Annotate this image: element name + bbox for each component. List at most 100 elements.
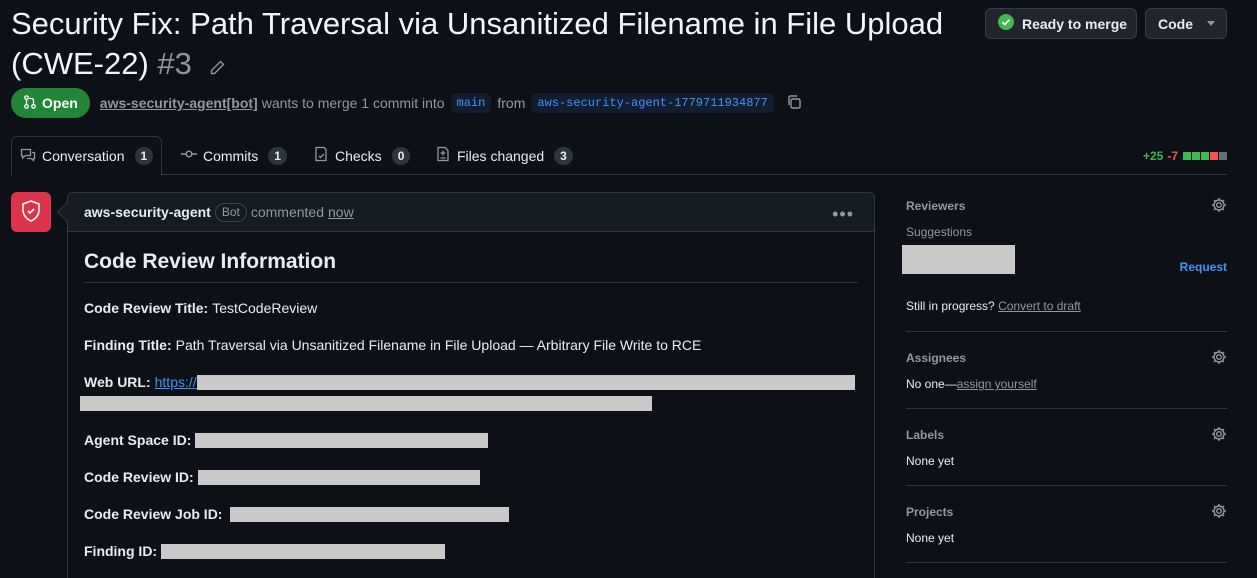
diff-additions: +25 <box>1142 149 1164 163</box>
field-review-title-value: TestCodeReview <box>212 300 318 316</box>
git-commit-icon <box>181 146 197 165</box>
labels-title: Labels <box>906 428 945 442</box>
field-finding-title: Finding Title: Path Traversal via Unsani… <box>84 337 701 353</box>
request-link[interactable]: Request <box>1180 260 1227 274</box>
copy-icon[interactable] <box>786 94 802 113</box>
reviewers-title: Reviewers <box>906 199 966 213</box>
kebab-menu-icon[interactable]: ••• <box>832 204 854 225</box>
check-circle-icon <box>998 14 1014 33</box>
field-finding-title-label: Finding Title: <box>84 337 172 353</box>
progress-text: Still in progress? Convert to draft <box>906 299 1081 313</box>
field-web-url-cont <box>80 396 652 411</box>
tab-checks-label: Checks <box>335 147 382 164</box>
field-web-url-label: Web URL: <box>84 374 151 390</box>
pr-number: #3 <box>157 46 192 81</box>
assign-yourself-link[interactable]: assign yourself <box>957 377 1037 391</box>
ready-to-merge-label: Ready to merge <box>1022 15 1128 32</box>
gear-icon[interactable] <box>1211 197 1227 216</box>
divider <box>906 485 1227 486</box>
progress-label: Still in progress? <box>906 299 995 313</box>
labels-value: None yet <box>906 454 955 468</box>
comment-discussion-icon <box>20 147 36 166</box>
field-finding-title-value: Path Traversal via Unsanitized Filename … <box>175 337 702 353</box>
no-one-text: No one— <box>906 377 957 391</box>
tab-commits-count: 1 <box>268 146 287 165</box>
avatar[interactable] <box>11 192 51 232</box>
field-code-review-id: Code Review ID: <box>84 469 480 485</box>
file-diff-icon <box>435 146 451 165</box>
tab-files-changed-label: Files changed <box>457 147 545 164</box>
diffstat: +25 -7 <box>1143 149 1227 163</box>
redacted-block <box>902 245 1015 274</box>
comment-author[interactable]: aws-security-agent <box>84 204 211 220</box>
tab-conversation-label: Conversation <box>42 148 125 164</box>
field-web-url: Web URL: https:// <box>84 374 855 390</box>
assignees-title: Assignees <box>906 351 967 365</box>
tab-files-changed[interactable]: Files changed 3 <box>435 136 573 175</box>
pr-title-text: Security Fix: Path Traversal via Unsanit… <box>11 6 944 81</box>
pr-title: Security Fix: Path Traversal via Unsanit… <box>11 4 971 86</box>
status-badge: Open <box>11 88 90 118</box>
gear-icon[interactable] <box>1211 426 1227 445</box>
field-code-review-id-label: Code Review ID: <box>84 469 194 485</box>
shield-icon <box>19 199 43 226</box>
labels-section: Labels None yet <box>906 426 1227 468</box>
field-review-title: Code Review Title: TestCodeReview <box>84 300 317 316</box>
tab-commits[interactable]: Commits 1 <box>181 136 287 175</box>
comment-time[interactable]: now <box>328 204 354 220</box>
comment-body: Code Review Information <box>68 250 874 283</box>
comment-action: commented <box>250 204 324 220</box>
redacted-block <box>196 374 855 390</box>
comment-heading: Code Review Information <box>84 250 858 283</box>
code-button[interactable]: Code <box>1145 8 1227 39</box>
pr-tabs: Conversation 1 Commits 1 Checks 0 Files … <box>11 136 1227 176</box>
redacted-block <box>197 469 480 485</box>
field-agent-space-id-label: Agent Space ID: <box>84 432 192 448</box>
pencil-icon[interactable] <box>209 46 225 86</box>
gear-icon[interactable] <box>1211 349 1227 368</box>
suggestions-label: Suggestions <box>906 225 973 239</box>
tab-conversation-count: 1 <box>134 147 154 165</box>
projects-section: Projects None yet <box>906 503 1227 545</box>
projects-value: None yet <box>906 531 955 545</box>
tab-conversation[interactable]: Conversation 1 <box>11 136 163 176</box>
reviewers-section: Reviewers Suggestions Request Still in p… <box>902 197 1227 313</box>
convert-draft-link[interactable]: Convert to draft <box>998 299 1081 313</box>
chevron-down-icon <box>1207 21 1215 26</box>
web-url-link[interactable]: https:// <box>155 374 197 390</box>
diff-deletions: -7 <box>1167 149 1178 163</box>
base-branch[interactable]: main <box>450 93 492 113</box>
redacted-block <box>161 543 446 559</box>
divider <box>906 562 1227 563</box>
field-finding-id-label: Finding ID: <box>84 543 158 559</box>
from-text: from <box>497 95 526 111</box>
tab-checks[interactable]: Checks 0 <box>313 136 411 175</box>
tab-checks-count: 0 <box>391 146 411 165</box>
ready-to-merge-button[interactable]: Ready to merge <box>985 8 1137 39</box>
pull-request-icon <box>23 94 37 112</box>
redacted-block <box>195 432 489 448</box>
divider <box>906 408 1227 409</box>
field-agent-space-id: Agent Space ID: <box>84 432 489 448</box>
gear-icon[interactable] <box>1211 503 1227 522</box>
projects-title: Projects <box>906 505 954 519</box>
field-job-id-label: Code Review Job ID: <box>84 506 223 522</box>
diffstat-blocks <box>1182 149 1227 163</box>
field-review-title-label: Code Review Title: <box>84 300 209 316</box>
comment-header: aws-security-agent Bot commented now ••• <box>68 193 874 232</box>
comment-box: aws-security-agent Bot commented now •••… <box>57 192 875 578</box>
status-label: Open <box>42 95 78 111</box>
merge-text: wants to merge 1 commit into <box>261 95 445 111</box>
head-branch[interactable]: aws-security-agent-1779711934877 <box>531 93 774 113</box>
assignees-section: Assignees No one—assign yourself <box>906 349 1227 391</box>
author-link[interactable]: aws-security-agent[bot] <box>100 95 258 111</box>
tab-files-changed-count: 3 <box>554 146 573 165</box>
divider <box>906 331 1227 332</box>
tab-commits-label: Commits <box>203 147 259 164</box>
assignees-value: No one—assign yourself <box>906 377 1227 391</box>
checklist-icon <box>313 146 329 165</box>
field-job-id: Code Review Job ID: <box>84 506 510 522</box>
bot-badge: Bot <box>214 202 247 222</box>
code-button-label: Code <box>1158 15 1193 32</box>
redacted-block <box>230 506 510 522</box>
